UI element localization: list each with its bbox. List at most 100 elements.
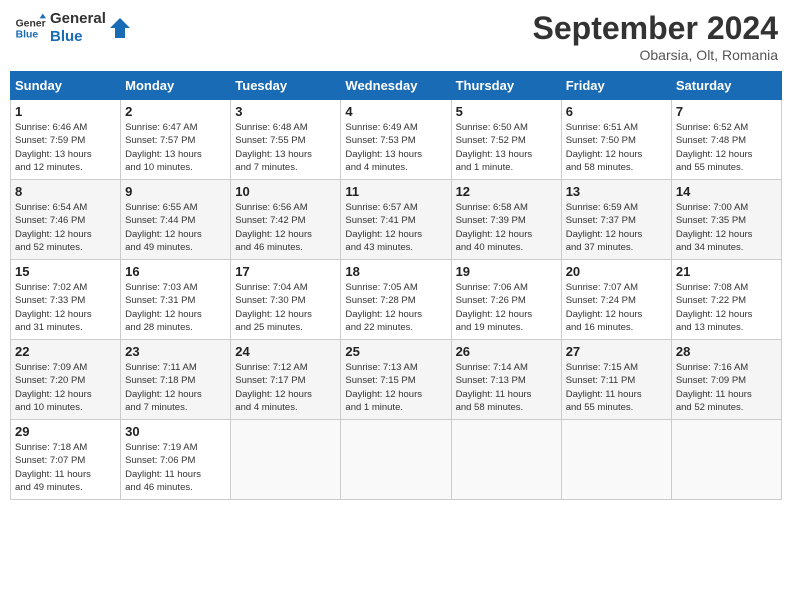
- day-info: Sunrise: 6:49 AM Sunset: 7:53 PM Dayligh…: [345, 121, 446, 174]
- day-info: Sunrise: 6:54 AM Sunset: 7:46 PM Dayligh…: [15, 201, 116, 254]
- day-cell: 8 Sunrise: 6:54 AM Sunset: 7:46 PM Daylig…: [11, 180, 121, 260]
- day-number: 30: [125, 424, 226, 439]
- day-cell: [671, 420, 781, 500]
- day-info: Sunrise: 7:18 AM Sunset: 7:07 PM Dayligh…: [15, 441, 116, 494]
- day-info: Sunrise: 7:07 AM Sunset: 7:24 PM Dayligh…: [566, 281, 667, 334]
- day-number: 7: [676, 104, 777, 119]
- day-cell: 9 Sunrise: 6:55 AM Sunset: 7:44 PM Daylig…: [121, 180, 231, 260]
- col-header-wednesday: Wednesday: [341, 72, 451, 100]
- day-number: 18: [345, 264, 446, 279]
- day-cell: 10Sunrise: 6:56 AM Sunset: 7:42 PM Dayli…: [231, 180, 341, 260]
- day-info: Sunrise: 7:13 AM Sunset: 7:15 PM Dayligh…: [345, 361, 446, 414]
- day-cell: 29 Sunrise: 7:18 AM Sunset: 7:07 PM Dayli…: [11, 420, 121, 500]
- day-info: Sunrise: 7:00 AM Sunset: 7:35 PM Dayligh…: [676, 201, 777, 254]
- logo-general: General: [50, 10, 106, 28]
- day-number: 23: [125, 344, 226, 359]
- day-number: 16: [125, 264, 226, 279]
- day-cell: 6Sunrise: 6:51 AM Sunset: 7:50 PM Daylig…: [561, 100, 671, 180]
- col-header-sunday: Sunday: [11, 72, 121, 100]
- title-block: September 2024 Obarsia, Olt, Romania: [533, 10, 778, 63]
- logo-icon: General Blue: [14, 12, 46, 44]
- day-number: 28: [676, 344, 777, 359]
- calendar-header-row: SundayMondayTuesdayWednesdayThursdayFrid…: [11, 72, 782, 100]
- day-info: Sunrise: 6:52 AM Sunset: 7:48 PM Dayligh…: [676, 121, 777, 174]
- day-cell: 27 Sunrise: 7:15 AM Sunset: 7:11 PM Dayli…: [561, 340, 671, 420]
- day-cell: 26Sunrise: 7:14 AM Sunset: 7:13 PM Dayli…: [451, 340, 561, 420]
- day-number: 11: [345, 184, 446, 199]
- day-cell: 13Sunrise: 6:59 AM Sunset: 7:37 PM Dayli…: [561, 180, 671, 260]
- day-cell: 17Sunrise: 7:04 AM Sunset: 7:30 PM Dayli…: [231, 260, 341, 340]
- day-cell: 25 Sunrise: 7:13 AM Sunset: 7:15 PM Dayli…: [341, 340, 451, 420]
- week-row-1: 1 Sunrise: 6:46 AM Sunset: 7:59 PM Daylig…: [11, 100, 782, 180]
- day-cell: 3Sunrise: 6:48 AM Sunset: 7:55 PM Daylig…: [231, 100, 341, 180]
- day-number: 2: [125, 104, 226, 119]
- day-info: Sunrise: 6:58 AM Sunset: 7:39 PM Dayligh…: [456, 201, 557, 254]
- week-row-2: 8 Sunrise: 6:54 AM Sunset: 7:46 PM Daylig…: [11, 180, 782, 260]
- day-number: 9: [125, 184, 226, 199]
- day-cell: 1 Sunrise: 6:46 AM Sunset: 7:59 PM Daylig…: [11, 100, 121, 180]
- day-cell: 24 Sunrise: 7:12 AM Sunset: 7:17 PM Dayli…: [231, 340, 341, 420]
- day-cell: 19 Sunrise: 7:06 AM Sunset: 7:26 PM Dayli…: [451, 260, 561, 340]
- day-number: 17: [235, 264, 336, 279]
- day-info: Sunrise: 7:05 AM Sunset: 7:28 PM Dayligh…: [345, 281, 446, 334]
- day-number: 29: [15, 424, 116, 439]
- logo: General Blue General Blue: [14, 10, 130, 46]
- day-info: Sunrise: 6:47 AM Sunset: 7:57 PM Dayligh…: [125, 121, 226, 174]
- col-header-saturday: Saturday: [671, 72, 781, 100]
- day-number: 19: [456, 264, 557, 279]
- day-info: Sunrise: 7:19 AM Sunset: 7:06 PM Dayligh…: [125, 441, 226, 494]
- day-info: Sunrise: 6:57 AM Sunset: 7:41 PM Dayligh…: [345, 201, 446, 254]
- day-info: Sunrise: 6:46 AM Sunset: 7:59 PM Dayligh…: [15, 121, 116, 174]
- day-cell: 4Sunrise: 6:49 AM Sunset: 7:53 PM Daylig…: [341, 100, 451, 180]
- month-title: September 2024: [533, 10, 778, 47]
- day-info: Sunrise: 7:16 AM Sunset: 7:09 PM Dayligh…: [676, 361, 777, 414]
- day-number: 21: [676, 264, 777, 279]
- day-info: Sunrise: 6:48 AM Sunset: 7:55 PM Dayligh…: [235, 121, 336, 174]
- day-info: Sunrise: 7:06 AM Sunset: 7:26 PM Dayligh…: [456, 281, 557, 334]
- day-cell: 23 Sunrise: 7:11 AM Sunset: 7:18 PM Dayli…: [121, 340, 231, 420]
- day-cell: 28 Sunrise: 7:16 AM Sunset: 7:09 PM Dayli…: [671, 340, 781, 420]
- day-info: Sunrise: 7:08 AM Sunset: 7:22 PM Dayligh…: [676, 281, 777, 334]
- day-number: 20: [566, 264, 667, 279]
- day-cell: 11 Sunrise: 6:57 AM Sunset: 7:41 PM Dayli…: [341, 180, 451, 260]
- location: Obarsia, Olt, Romania: [533, 47, 778, 63]
- day-info: Sunrise: 7:15 AM Sunset: 7:11 PM Dayligh…: [566, 361, 667, 414]
- day-info: Sunrise: 6:51 AM Sunset: 7:50 PM Dayligh…: [566, 121, 667, 174]
- day-cell: 21 Sunrise: 7:08 AM Sunset: 7:22 PM Dayli…: [671, 260, 781, 340]
- svg-text:General: General: [16, 18, 46, 29]
- week-row-3: 15 Sunrise: 7:02 AM Sunset: 7:33 PM Dayli…: [11, 260, 782, 340]
- day-number: 25: [345, 344, 446, 359]
- day-info: Sunrise: 6:50 AM Sunset: 7:52 PM Dayligh…: [456, 121, 557, 174]
- day-number: 1: [15, 104, 116, 119]
- day-cell: 16 Sunrise: 7:03 AM Sunset: 7:31 PM Dayli…: [121, 260, 231, 340]
- day-info: Sunrise: 6:56 AM Sunset: 7:42 PM Dayligh…: [235, 201, 336, 254]
- col-header-friday: Friday: [561, 72, 671, 100]
- svg-text:Blue: Blue: [16, 30, 39, 41]
- day-cell: 5 Sunrise: 6:50 AM Sunset: 7:52 PM Daylig…: [451, 100, 561, 180]
- day-cell: 7 Sunrise: 6:52 AM Sunset: 7:48 PM Daylig…: [671, 100, 781, 180]
- logo-arrow-icon: [110, 18, 130, 38]
- day-cell: [561, 420, 671, 500]
- day-number: 27: [566, 344, 667, 359]
- day-number: 13: [566, 184, 667, 199]
- day-cell: 30 Sunrise: 7:19 AM Sunset: 7:06 PM Dayli…: [121, 420, 231, 500]
- day-number: 12: [456, 184, 557, 199]
- day-cell: 22Sunrise: 7:09 AM Sunset: 7:20 PM Dayli…: [11, 340, 121, 420]
- day-number: 8: [15, 184, 116, 199]
- day-cell: 18 Sunrise: 7:05 AM Sunset: 7:28 PM Dayli…: [341, 260, 451, 340]
- day-cell: 15 Sunrise: 7:02 AM Sunset: 7:33 PM Dayli…: [11, 260, 121, 340]
- col-header-monday: Monday: [121, 72, 231, 100]
- day-cell: [341, 420, 451, 500]
- day-info: Sunrise: 7:11 AM Sunset: 7:18 PM Dayligh…: [125, 361, 226, 414]
- day-cell: 2 Sunrise: 6:47 AM Sunset: 7:57 PM Daylig…: [121, 100, 231, 180]
- week-row-4: 22Sunrise: 7:09 AM Sunset: 7:20 PM Dayli…: [11, 340, 782, 420]
- day-number: 14: [676, 184, 777, 199]
- day-number: 15: [15, 264, 116, 279]
- day-info: Sunrise: 7:12 AM Sunset: 7:17 PM Dayligh…: [235, 361, 336, 414]
- day-info: Sunrise: 7:02 AM Sunset: 7:33 PM Dayligh…: [15, 281, 116, 334]
- day-number: 5: [456, 104, 557, 119]
- day-info: Sunrise: 7:03 AM Sunset: 7:31 PM Dayligh…: [125, 281, 226, 334]
- day-number: 24: [235, 344, 336, 359]
- day-info: Sunrise: 6:55 AM Sunset: 7:44 PM Dayligh…: [125, 201, 226, 254]
- day-info: Sunrise: 7:14 AM Sunset: 7:13 PM Dayligh…: [456, 361, 557, 414]
